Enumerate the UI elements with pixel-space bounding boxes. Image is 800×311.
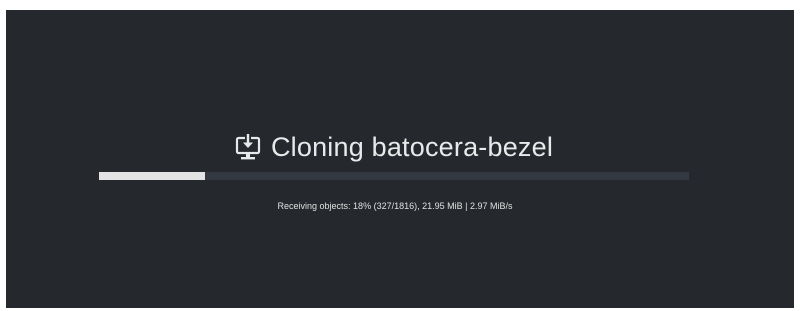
progress-status: Receiving objects: 18% (327/1816), 21.95… [277, 201, 513, 211]
title-row: Cloning batocera-bezel [0, 127, 788, 167]
progress-bar [99, 172, 689, 180]
screen: Cloning batocera-bezel Receiving objects… [6, 10, 794, 308]
progress-bar-fill [99, 172, 206, 180]
download-monitor-icon [235, 134, 261, 162]
clone-title: Cloning batocera-bezel [270, 131, 554, 162]
